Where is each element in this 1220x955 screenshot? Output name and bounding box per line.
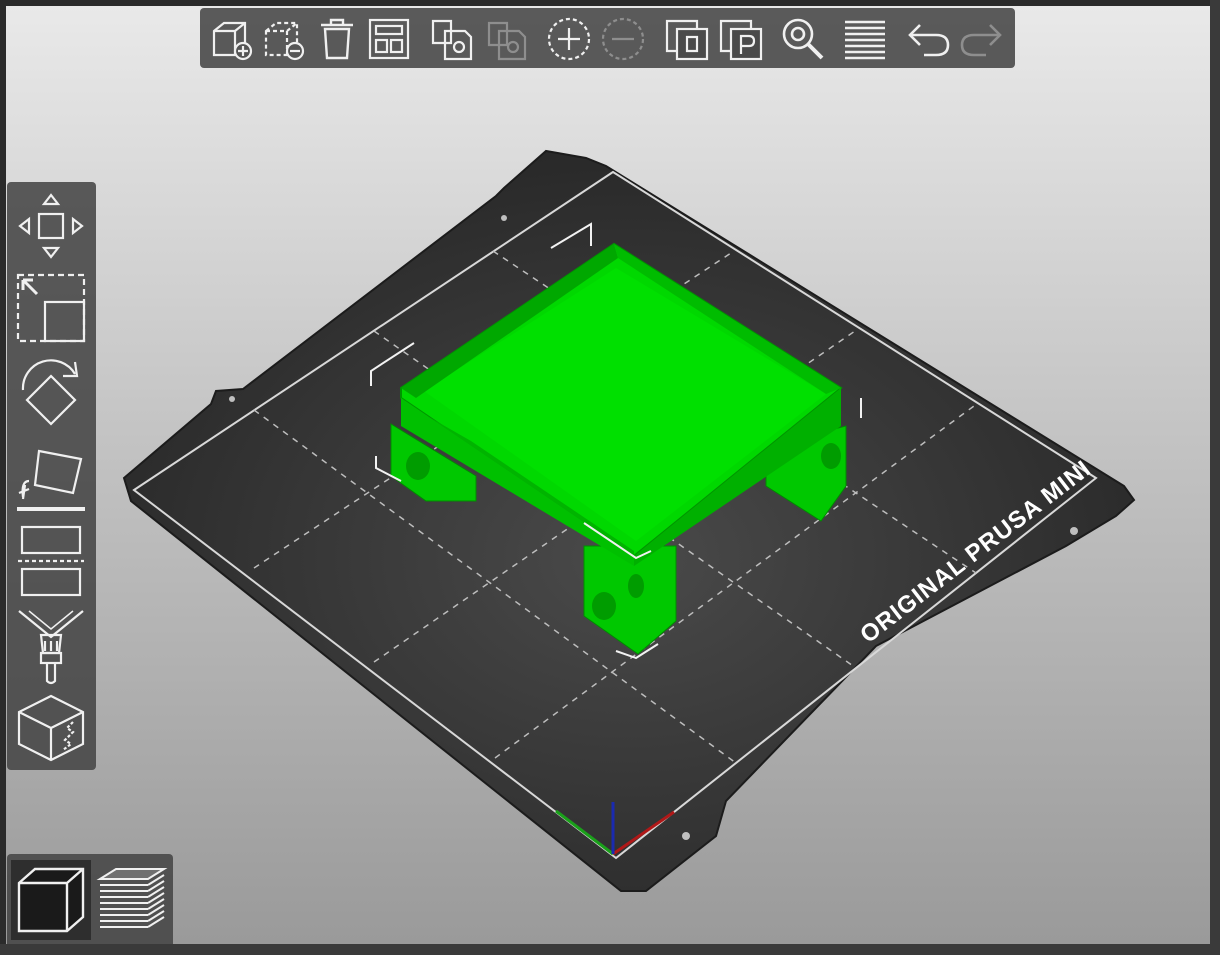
- redo-button[interactable]: [956, 14, 1006, 64]
- seam-cube-icon: [17, 694, 85, 762]
- arrange-button[interactable]: [364, 14, 414, 64]
- undo-button[interactable]: [904, 14, 954, 64]
- paint-supports-tool[interactable]: [13, 606, 89, 688]
- scale-icon: [16, 273, 86, 343]
- copy-icon: [431, 19, 473, 61]
- layers-stack-icon: [96, 868, 168, 928]
- search-icon: [782, 18, 824, 60]
- cube-icon: [17, 867, 85, 933]
- paste-button[interactable]: [480, 14, 530, 64]
- arrange-icon: [368, 18, 410, 60]
- trash-icon: [321, 18, 353, 60]
- cut-icon: [18, 525, 84, 597]
- 3d-viewport[interactable]: ORIGINAL PRUSA MINI: [6, 6, 1210, 944]
- delete-object-icon: [264, 21, 305, 61]
- search-button[interactable]: [778, 14, 828, 64]
- add-button[interactable]: [206, 14, 256, 64]
- top-toolbar: [200, 8, 1015, 68]
- remove-instance-button[interactable]: [598, 14, 648, 64]
- add-instance-button[interactable]: [544, 14, 594, 64]
- scale-tool[interactable]: [13, 270, 89, 346]
- delete-all-button[interactable]: [312, 14, 362, 64]
- delete-button[interactable]: [258, 14, 308, 64]
- window-frame: [0, 944, 1220, 955]
- split-objects-icon: [665, 19, 709, 61]
- undo-icon: [908, 24, 950, 57]
- preview-button[interactable]: [93, 860, 171, 940]
- add-object-icon: [212, 21, 253, 61]
- window-frame: [1210, 0, 1220, 955]
- rotate-icon: [21, 359, 79, 426]
- print-bed-scene[interactable]: ORIGINAL PRUSA MINI: [6, 6, 1210, 944]
- gizmo-toolbar: [7, 182, 96, 770]
- seam-painting-tool[interactable]: [13, 690, 89, 766]
- move-tool[interactable]: [13, 188, 89, 264]
- place-on-face-icon: [17, 449, 85, 511]
- copy-button[interactable]: [426, 14, 476, 64]
- rotate-tool[interactable]: [13, 352, 89, 436]
- redo-icon: [960, 24, 1002, 57]
- plus-circle-icon: [547, 17, 591, 61]
- split-parts-button[interactable]: [716, 14, 766, 64]
- split-objects-button[interactable]: [662, 14, 712, 64]
- layers-icon: [845, 20, 885, 60]
- minus-circle-icon: [601, 17, 645, 61]
- paste-icon: [487, 21, 527, 61]
- bed-hole: [501, 215, 507, 221]
- cut-tool[interactable]: [13, 520, 89, 602]
- paint-brush-icon: [18, 610, 84, 685]
- bed-hole: [1070, 527, 1078, 535]
- place-on-face-tool[interactable]: [13, 440, 89, 514]
- layers-editing-button[interactable]: [840, 14, 890, 64]
- bed-hole: [682, 832, 690, 840]
- move-icon: [18, 193, 84, 259]
- view-toolbar: [7, 854, 173, 944]
- bed-hole: [229, 396, 235, 402]
- 3d-view-button[interactable]: [11, 860, 91, 940]
- split-parts-icon: [719, 19, 763, 61]
